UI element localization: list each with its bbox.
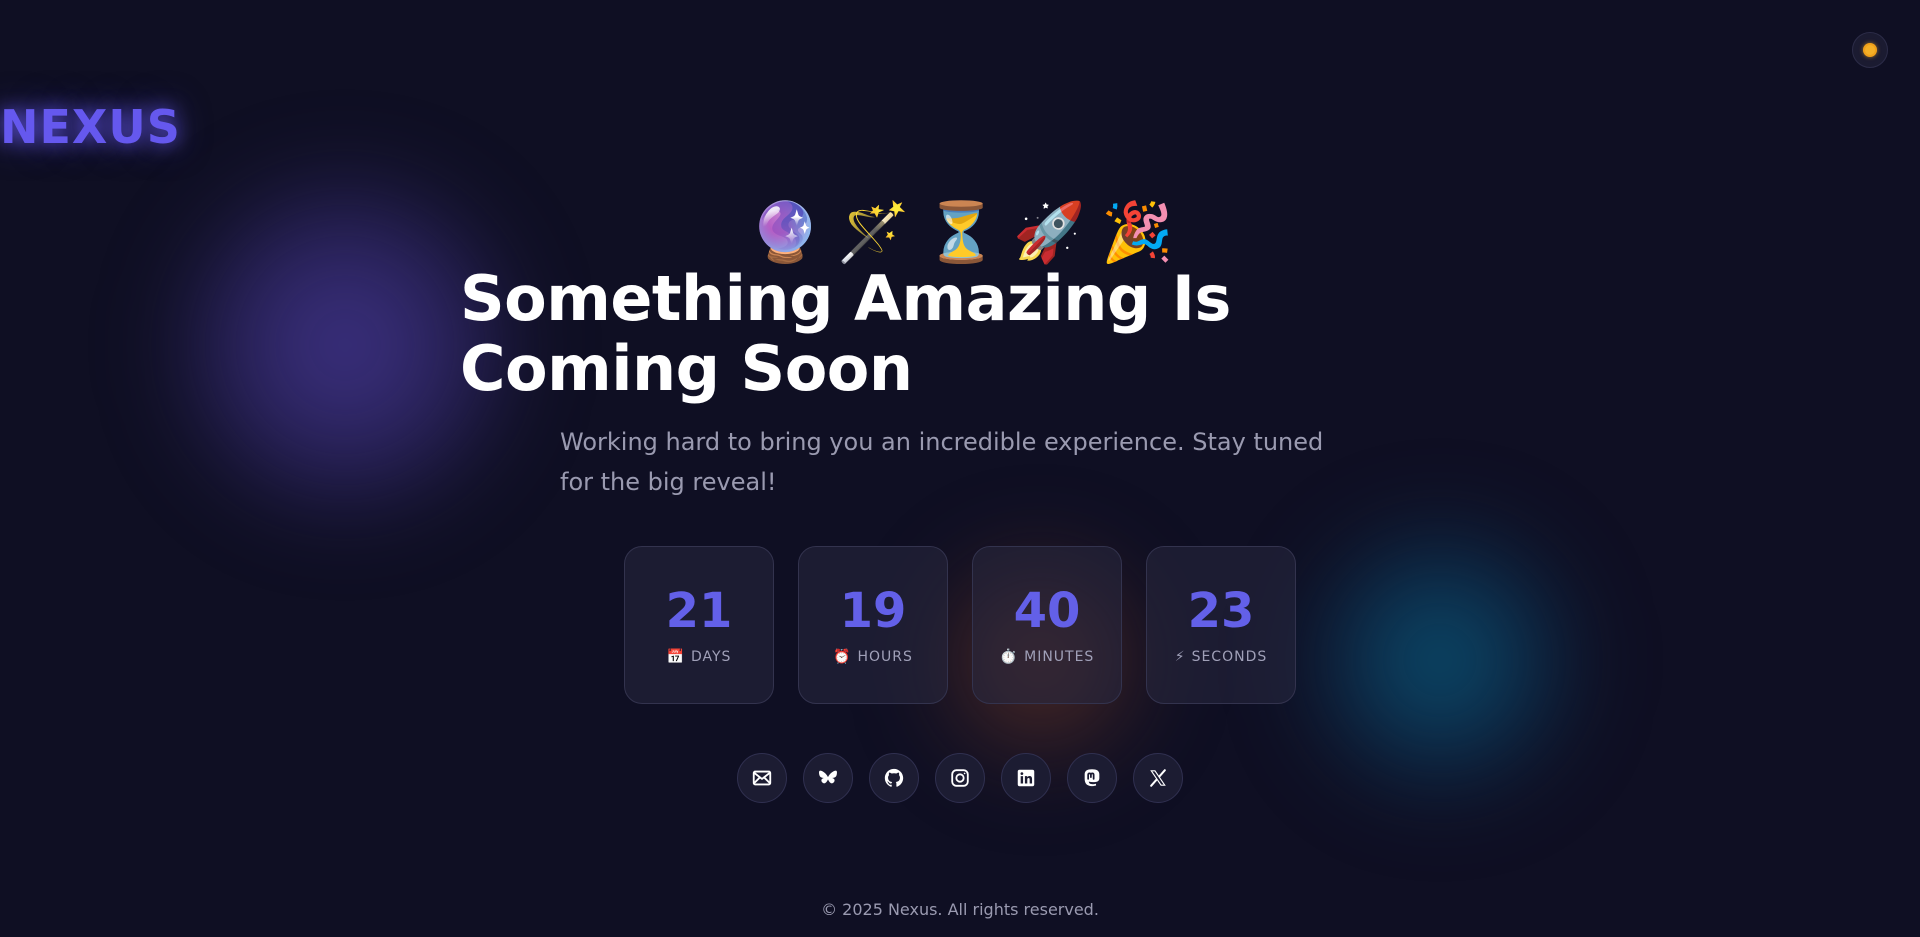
butterfly-icon [819,770,837,784]
stopwatch-icon: ⏱️ [999,649,1019,665]
brand-logo: NEXUS [0,100,181,154]
calendar-icon: 📅 [666,649,685,665]
countdown-days-label-row: 📅 DAYS [667,649,732,665]
mastodon-icon [1084,769,1100,787]
x-link-button[interactable] [1133,753,1183,803]
countdown-minutes-label: MINUTES [1024,649,1095,665]
x-icon [1150,769,1166,787]
sun-icon [1865,45,1875,55]
countdown-hours-label-row: ⏰ HOURS [833,649,913,665]
countdown-minutes-label-row: ⏱️ MINUTES [1000,649,1095,665]
bluesky-link-button[interactable] [803,753,853,803]
countdown-days-card: 21 📅 DAYS [624,546,774,704]
lightning-icon: ⚡ [1174,649,1186,665]
countdown-seconds-value: 23 [1187,583,1255,639]
countdown-timer: 21 📅 DAYS 19 ⏰ HOURS 40 ⏱️ MINUTES 23 ⚡ [0,546,1920,704]
page-title: Something Amazing Is Coming Soon [460,264,1460,404]
countdown-days-label: DAYS [690,649,732,665]
countdown-days-value: 21 [665,583,733,639]
party-popper-icon: 🎉 [1101,198,1174,266]
page-title-line-1: Something Amazing Is [460,262,1231,335]
countdown-hours-card: 19 ⏰ HOURS [798,546,948,704]
countdown-hours-value: 19 [839,583,907,639]
theme-toggle-button[interactable] [1852,32,1888,68]
linkedin-icon [1017,769,1035,787]
emoji-row: 🔮 🪄 ⏳ 🚀 🎉 [0,196,1920,268]
mastodon-link-button[interactable] [1067,753,1117,803]
countdown-seconds-label: SECONDS [1191,649,1268,665]
countdown-minutes-value: 40 [1013,583,1081,639]
linkedin-link-button[interactable] [1001,753,1051,803]
mail-icon [752,770,772,786]
countdown-seconds-label-row: ⚡ SECONDS [1175,649,1268,665]
magic-wand-icon: 🪄 [837,198,910,266]
hourglass-icon: ⏳ [925,198,998,266]
instagram-link-button[interactable] [935,753,985,803]
countdown-seconds-card: 23 ⚡ SECONDS [1146,546,1296,704]
crystal-ball-icon: 🔮 [749,198,822,266]
social-links [0,753,1920,803]
github-link-button[interactable] [869,753,919,803]
alarm-clock-icon: ⏰ [833,649,852,665]
email-link-button[interactable] [737,753,787,803]
page-title-line-2: Coming Soon [460,332,913,405]
countdown-hours-label: HOURS [857,649,913,665]
instagram-icon [951,769,969,787]
footer-copyright: © 2025 Nexus. All rights reserved. [821,900,1099,919]
countdown-minutes-card: 40 ⏱️ MINUTES [972,546,1122,704]
rocket-icon: 🚀 [1013,198,1086,266]
coming-soon-page: NEXUS 🔮 🪄 ⏳ 🚀 🎉 Something Amazing Is Com… [0,0,1920,937]
github-icon [884,768,904,787]
page-subtitle: Working hard to bring you an incredible … [560,428,1324,496]
